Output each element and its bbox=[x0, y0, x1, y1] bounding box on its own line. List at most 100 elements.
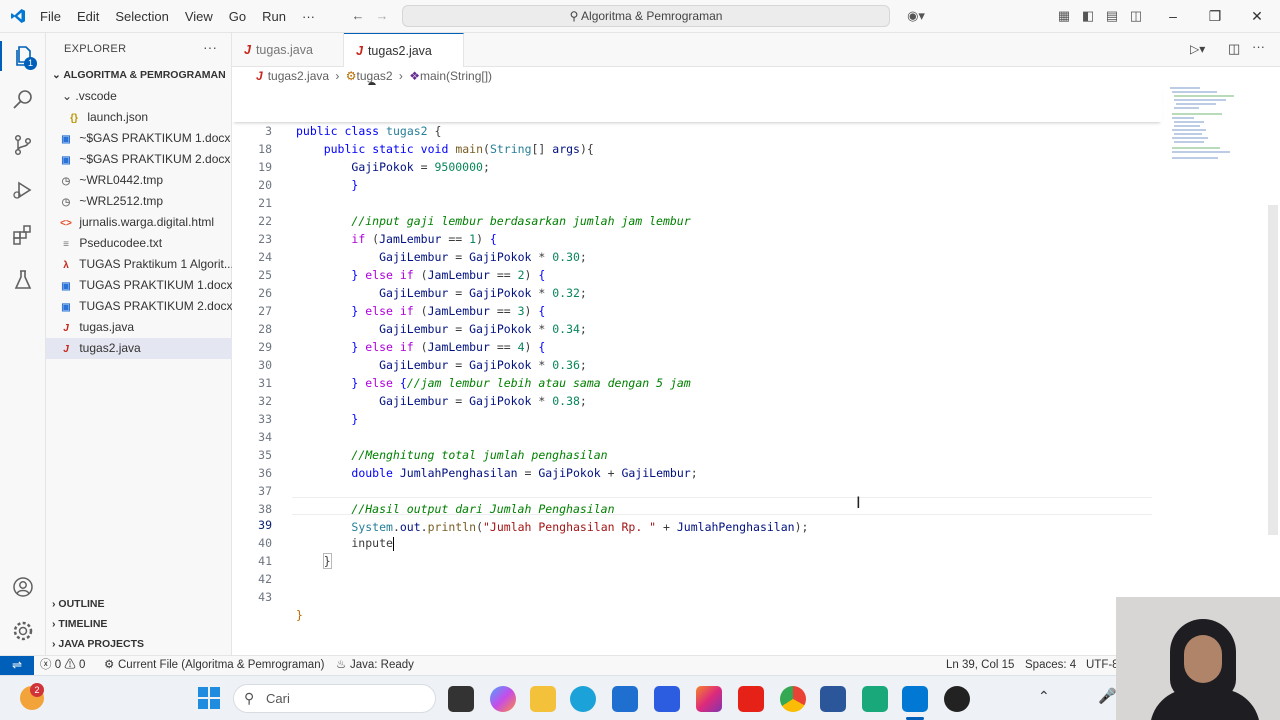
testing-flask-icon[interactable] bbox=[11, 268, 35, 292]
maximize-button[interactable]: ❐ bbox=[1192, 0, 1238, 33]
code-row[interactable]: 43 } bbox=[232, 570, 1162, 622]
code-row[interactable]: 31 GajiLembur = GajiPokok * 0.38; bbox=[232, 356, 1162, 408]
code-row[interactable]: 25 GajiLembur = GajiPokok * 0.32; bbox=[232, 248, 1162, 300]
search-icon[interactable] bbox=[11, 88, 35, 112]
current-file-status[interactable]: Current File (Algoritma & Pemrograman) bbox=[118, 656, 324, 675]
code-row[interactable]: 42 bbox=[232, 552, 1162, 586]
workspace-folder[interactable]: ⌄ ALGORITMA & PEMROGRAMAN bbox=[46, 65, 232, 86]
copilot-icon[interactable]: ◉▾ bbox=[902, 9, 930, 23]
java-status[interactable]: Java: Ready bbox=[350, 656, 414, 675]
tree-item-selected[interactable]: J tugas2.java bbox=[46, 338, 232, 359]
toggle-sidebar-icon[interactable]: ◧ bbox=[1080, 9, 1096, 23]
vertical-scrollbar[interactable] bbox=[1268, 205, 1278, 535]
code-row[interactable]: 24 } else if (JamLembur == 2) { bbox=[232, 230, 1162, 282]
cursor-position[interactable]: Ln 39, Col 15 bbox=[946, 656, 1014, 675]
code-row[interactable]: 26 } else if (JamLembur == 3) { bbox=[232, 266, 1162, 318]
editor-more-icon[interactable]: ··· bbox=[1252, 39, 1265, 54]
code-row[interactable]: 28 } else if (JamLembur == 4) { bbox=[232, 302, 1162, 354]
code-row[interactable]: 36 bbox=[232, 446, 1162, 480]
tab-tugas-java[interactable]: Jtugas.java bbox=[232, 33, 344, 67]
task-view-icon[interactable] bbox=[448, 686, 474, 712]
breadcrumb-class[interactable]: tugas2 bbox=[357, 69, 393, 83]
run-debug-icon[interactable] bbox=[11, 178, 35, 202]
split-editor-icon[interactable]: ◫ bbox=[1228, 41, 1240, 57]
remote-indicator-icon[interactable]: ⇌ bbox=[0, 656, 34, 676]
settings-gear-icon[interactable] bbox=[11, 619, 35, 643]
chevron-up-icon[interactable]: ⌃ bbox=[1038, 688, 1050, 705]
more-actions-icon[interactable]: ··· bbox=[203, 39, 217, 55]
code-row[interactable]: 32 } bbox=[232, 374, 1162, 426]
menu-view[interactable]: View bbox=[177, 0, 221, 33]
java-projects-section[interactable]: › JAVA PROJECTS bbox=[46, 634, 232, 654]
file-explorer-icon[interactable] bbox=[530, 686, 556, 712]
microphone-icon[interactable]: 🎤 bbox=[1098, 687, 1117, 705]
code-row[interactable]: 27 GajiLembur = GajiPokok * 0.34; bbox=[232, 284, 1162, 336]
menu-selection[interactable]: Selection bbox=[107, 0, 176, 33]
code-row-current[interactable]: 39 inpute bbox=[232, 498, 1162, 551]
sticky-scroll-line[interactable]: 3 public static void main(String[] args)… bbox=[232, 104, 1162, 156]
tree-item[interactable]: <> jurnalis.warga.digital.html bbox=[46, 212, 232, 233]
command-center-search[interactable]: ⚲ Algoritma & Pemrograman bbox=[402, 5, 890, 27]
tree-item[interactable]: ◷ ~WRL0442.tmp bbox=[46, 170, 232, 191]
accounts-icon[interactable] bbox=[11, 575, 35, 599]
minimap[interactable] bbox=[1162, 85, 1280, 655]
breadcrumb-method[interactable]: main(String[]) bbox=[420, 69, 492, 83]
code-row[interactable]: 30 } else {//jam lembur lebih atau sama … bbox=[232, 338, 1162, 390]
menu-more[interactable]: ··· bbox=[294, 0, 323, 33]
code-row[interactable]: 33 bbox=[232, 392, 1162, 426]
code-editor[interactable]: 2 public class tugas2 { 3 public static … bbox=[232, 85, 1280, 655]
tree-item[interactable]: ▣ ~$GAS PRAKTIKUM 1.docx bbox=[46, 128, 232, 149]
tab-tugas2-java[interactable]: Jtugas2.java bbox=[344, 33, 464, 90]
tree-item[interactable]: ▣ TUGAS PRAKTIKUM 2.docx bbox=[46, 296, 232, 317]
code-row[interactable]: 20 bbox=[232, 158, 1162, 192]
tree-item[interactable]: ▣ TUGAS PRAKTIKUM 1.docx bbox=[46, 275, 232, 296]
indentation[interactable]: Spaces: 4 bbox=[1025, 656, 1076, 675]
tree-item[interactable]: ◷ ~WRL2512.tmp bbox=[46, 191, 232, 212]
vscode-taskbar-icon[interactable] bbox=[902, 686, 928, 712]
timeline-section[interactable]: › TIMELINE bbox=[46, 614, 232, 634]
copilot-taskbar-icon[interactable] bbox=[490, 686, 516, 712]
problems-indicator[interactable]: ⓧ 0 ⚠ 0 bbox=[40, 656, 85, 675]
code-row[interactable]: 18 GajiPokok = 9500000; bbox=[232, 122, 1162, 174]
back-arrow-icon[interactable]: ← bbox=[350, 9, 366, 23]
tree-item[interactable]: ≡ Pseducodee.txt bbox=[46, 233, 232, 254]
chrome-icon[interactable] bbox=[780, 686, 806, 712]
app-icon[interactable] bbox=[944, 686, 970, 712]
minimize-button[interactable]: – bbox=[1150, 0, 1196, 33]
sketchpad-icon[interactable] bbox=[654, 686, 680, 712]
menu-edit[interactable]: Edit bbox=[69, 0, 107, 33]
tree-item-launch-json[interactable]: {} launch.json bbox=[46, 107, 232, 128]
code-row[interactable]: 23 GajiLembur = GajiPokok * 0.30; bbox=[232, 212, 1162, 264]
tree-item[interactable]: ▣ ~$GAS PRAKTIKUM 2.docx bbox=[46, 149, 232, 170]
forward-arrow-icon[interactable]: → bbox=[374, 9, 390, 23]
source-control-icon[interactable] bbox=[11, 133, 35, 157]
extensions-icon[interactable] bbox=[11, 223, 35, 247]
customize-layout-icon[interactable]: ▦ bbox=[1056, 9, 1072, 23]
toggle-panel-icon[interactable]: ▤ bbox=[1104, 9, 1120, 23]
encoding[interactable]: UTF-8 bbox=[1086, 656, 1119, 675]
code-row[interactable]: 34 //Menghitung total jumlah penghasilan bbox=[232, 410, 1162, 462]
code-row[interactable]: 41 bbox=[232, 534, 1162, 568]
taskbar-search-input[interactable]: ⚲ Cari bbox=[233, 684, 436, 713]
code-row[interactable]: 40 } bbox=[232, 516, 1162, 569]
start-windows-icon[interactable] bbox=[198, 687, 220, 709]
breadcrumb-file[interactable]: tugas2.java bbox=[268, 69, 329, 83]
toggle-secondary-sidebar-icon[interactable]: ◫ bbox=[1128, 9, 1144, 23]
run-java-icon[interactable]: ▷▾ bbox=[1190, 42, 1205, 56]
menu-go[interactable]: Go bbox=[221, 0, 254, 33]
sticky-scroll-line[interactable]: 2 public class tugas2 { bbox=[232, 86, 1162, 138]
instagram-icon[interactable] bbox=[696, 686, 722, 712]
word-icon[interactable] bbox=[820, 686, 846, 712]
code-row[interactable]: 19 } bbox=[232, 140, 1162, 192]
notepad-icon[interactable] bbox=[862, 686, 888, 712]
outline-section[interactable]: › OUTLINE bbox=[46, 594, 232, 614]
close-button[interactable]: ✕ bbox=[1234, 0, 1280, 33]
code-row[interactable]: 37 //Hasil output dari Jumlah Penghasila… bbox=[232, 464, 1162, 516]
code-row[interactable]: 21 //input gaji lembur berdasarkan jumla… bbox=[232, 176, 1162, 228]
tree-item[interactable]: λ TUGAS Praktikum 1 Algorit... bbox=[46, 254, 232, 275]
youtube-icon[interactable] bbox=[738, 686, 764, 712]
code-row[interactable]: 22 if (JamLembur == 1) { bbox=[232, 194, 1162, 246]
code-row[interactable]: 35 double JumlahPenghasilan = GajiPokok … bbox=[232, 428, 1162, 480]
menu-file[interactable]: File bbox=[32, 0, 69, 33]
mail-icon[interactable] bbox=[612, 686, 638, 712]
